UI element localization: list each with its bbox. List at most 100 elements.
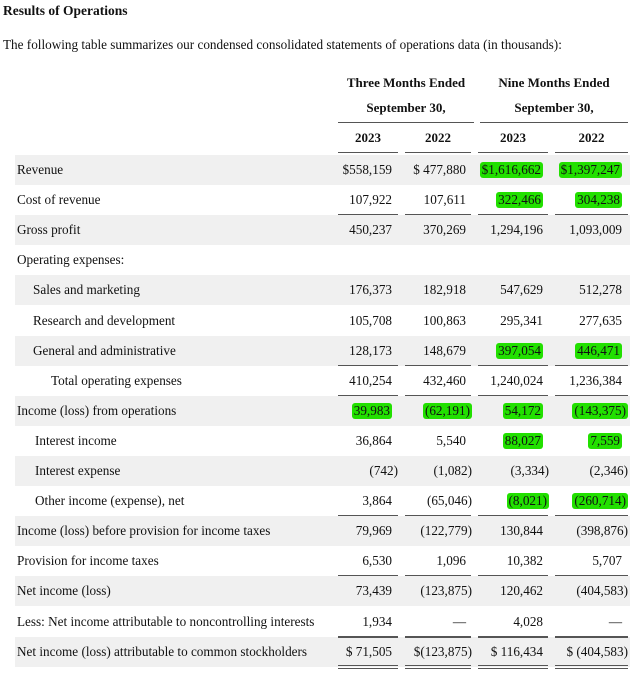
nine-months-header-line1: Nine Months Ended	[498, 75, 610, 90]
value-cell: 6,530	[362, 553, 392, 569]
value-cell: 36,864	[355, 432, 392, 448]
subtotal-rule	[338, 636, 398, 638]
table-row: Other income (expense), net 3,864 (65,046)…	[15, 486, 630, 516]
table-row: Interest income 36,864 5,540 88,027 7,559	[15, 426, 630, 456]
three-months-header-line1: Three Months Ended	[346, 75, 466, 90]
value-cell: 512,278	[579, 282, 622, 298]
value-cell: (260,714)	[572, 493, 628, 510]
value-cell: (123,875)	[420, 583, 472, 599]
value-cell: $1,616,662	[479, 162, 543, 178]
row-label: Revenue	[17, 162, 64, 177]
value-cell: 79,969	[355, 523, 392, 539]
value-cell: 1,934	[362, 613, 392, 629]
table-row: Income (loss) before provision for incom…	[15, 516, 630, 547]
section-heading: Results of Operations	[3, 3, 128, 18]
table-row: Research and development 105,708 100,863 29…	[15, 306, 630, 336]
value-cell: $1,397,247	[558, 162, 622, 178]
value-cell: 322,466	[496, 192, 543, 209]
value-cell: —	[608, 613, 622, 629]
value-cell: 100,863	[423, 312, 466, 328]
value-cell: 107,611	[423, 192, 466, 208]
value-cell: 39,983	[351, 402, 392, 419]
year-header: 2023	[355, 130, 381, 145]
year-rule	[478, 152, 548, 153]
value-cell: (1,082)	[433, 463, 472, 478]
table-row: Net income (loss) 73,439 (123,875) 120,462 (…	[15, 576, 630, 607]
value-cell: 397,054	[496, 342, 543, 359]
value-cell: (122,779)	[420, 523, 472, 539]
table-row: Cost of revenue 107,922 107,611 322,466 304,…	[15, 185, 630, 215]
value-cell: 105,708	[349, 312, 392, 328]
value-cell: 182,918	[423, 282, 466, 298]
table-row: Interest expense (742) (1,082) (3,334) (2,34…	[15, 456, 630, 486]
intro-text: The following table summarizes our conde…	[3, 37, 562, 52]
row-label: Operating expenses:	[17, 252, 125, 268]
year-rule	[555, 152, 628, 153]
value-cell: 107,922	[349, 192, 392, 208]
table-row: Income (loss) from operations 39,983 (62,1…	[15, 395, 630, 426]
year-header: 2023	[500, 130, 526, 145]
value-cell: (742)	[369, 463, 398, 478]
value-cell: 7,559	[588, 432, 622, 449]
value-cell: 176,373	[349, 282, 392, 298]
value-cell: (398,876)	[576, 523, 628, 539]
value-cell: 410,254	[349, 372, 392, 388]
value-cell: (404,583)	[576, 583, 628, 599]
value-cell: —	[452, 613, 466, 629]
year-header: 2022	[425, 130, 451, 145]
value-cell: 88,027	[502, 432, 543, 449]
total-double-rule	[555, 664, 628, 669]
value-cell: 3,864	[362, 493, 392, 509]
value-cell: 1,294,196	[490, 222, 543, 238]
table-row: Provision for income taxes 6,530 1,096 10,3…	[15, 546, 630, 576]
row-label: Sales and marketing	[33, 282, 140, 298]
value-cell: 128,173	[349, 342, 392, 358]
value-cell: 1,096	[436, 553, 466, 569]
row-label: Gross profit	[17, 222, 81, 238]
table-row: Operating expenses:	[15, 245, 630, 275]
value-cell: (65,046)	[426, 493, 472, 509]
value-cell: 1,240,024	[490, 372, 543, 388]
row-label: Interest income	[35, 432, 117, 448]
three-months-header-line2: September 30,	[366, 100, 446, 115]
row-label: Net income (loss)	[17, 583, 111, 599]
table-row: Less: Net income attributable to noncont…	[15, 607, 630, 637]
total-double-rule	[338, 664, 398, 669]
value-cell: 1,236,384	[569, 372, 622, 388]
value-cell: 148,679	[423, 342, 466, 358]
value-cell: 450,237	[349, 222, 392, 238]
row-label: General and administrative	[33, 342, 176, 358]
row-label: Provision for income taxes	[17, 553, 159, 569]
value-cell: 73,439	[355, 583, 392, 599]
subtotal-rule	[555, 636, 628, 638]
value-cell: 10,382	[506, 553, 543, 569]
value-cell: $ (404,583)	[566, 643, 628, 659]
value-cell: 4,028	[513, 613, 543, 629]
value-cell: $558,159	[342, 162, 392, 177]
value-cell: 54,172	[502, 402, 543, 419]
row-label: Interest expense	[35, 463, 121, 478]
value-cell: 446,471	[575, 342, 622, 359]
table-row: Net income (loss) attributable to common…	[15, 636, 630, 667]
value-cell: (62,191)	[422, 402, 472, 419]
value-cell: 277,635	[579, 312, 622, 328]
row-label: Cost of revenue	[17, 192, 101, 208]
row-label: Total operating expenses	[51, 372, 182, 388]
table-row: Gross profit 450,237 370,269 1,294,196 1,093…	[15, 215, 630, 246]
value-cell: 370,269	[423, 222, 466, 238]
year-rule	[338, 152, 398, 153]
value-cell: $ 477,880	[413, 162, 466, 177]
row-label: Income (loss) before provision for incom…	[17, 523, 271, 539]
value-cell: 432,460	[423, 372, 466, 388]
value-cell: $(123,875)	[413, 643, 472, 659]
value-cell: (2,346)	[589, 463, 628, 478]
year-header: 2022	[578, 130, 605, 145]
header-rule	[480, 122, 628, 123]
value-cell: (8,021)	[506, 493, 549, 510]
table-row: Revenue $558,159 $ 477,880 $1,616,662 $1,397…	[15, 155, 630, 185]
row-label: Income (loss) from operations	[17, 402, 177, 418]
row-label: Other income (expense), net	[35, 493, 185, 509]
year-rule	[405, 152, 471, 153]
value-cell: (143,375)	[572, 402, 628, 419]
value-cell: 120,462	[500, 583, 543, 599]
